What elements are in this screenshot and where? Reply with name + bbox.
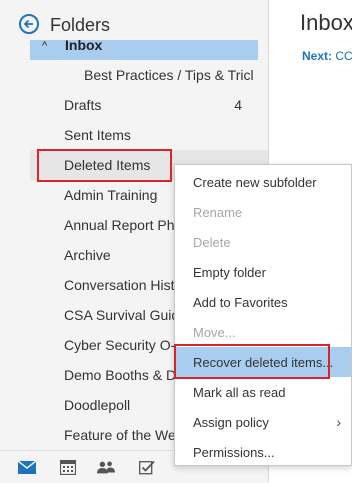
chevron-right-icon: › (336, 414, 341, 430)
next-event[interactable]: Next: CC (302, 49, 352, 63)
menu-item-label: Delete (193, 234, 231, 250)
folder-label: Archive (64, 247, 111, 263)
menu-item-label: Create new subfolder (193, 174, 317, 190)
menu-item-recover-deleted-items[interactable]: Recover deleted items... (175, 347, 351, 377)
menu-item-assign-policy[interactable]: Assign policy › (175, 407, 351, 437)
menu-item-label: Permissions... (193, 444, 275, 460)
menu-item-label: Recover deleted items... (193, 354, 334, 370)
unread-count: 4 (234, 97, 242, 113)
next-label: Next: (302, 49, 333, 63)
folder-label: Demo Booths & Do (64, 367, 184, 383)
menu-item-label: Rename (193, 204, 243, 220)
folder-label: Feature of the We (64, 427, 176, 443)
menu-item-move[interactable]: Move... (175, 317, 351, 347)
menu-item-rename[interactable]: Rename (175, 197, 351, 227)
folder-label: Inbox (65, 37, 103, 53)
folder-label: Annual Report Pho (64, 217, 183, 233)
menu-item-empty-folder[interactable]: Empty folder (175, 257, 351, 287)
folder-label: Admin Training (64, 187, 158, 203)
next-value: CC (335, 49, 352, 63)
calendar-icon[interactable] (59, 459, 77, 475)
mail-icon[interactable] (18, 459, 36, 475)
reading-pane-title: Inbox (300, 10, 352, 35)
folder-item[interactable]: Best Practices / Tips & Tricl (30, 60, 268, 90)
folder-item-sent[interactable]: Sent Items (30, 120, 268, 150)
menu-item-create-subfolder[interactable]: Create new subfolder (175, 167, 351, 197)
menu-item-delete[interactable]: Delete (175, 227, 351, 257)
folder-context-menu: Create new subfolder Rename Delete Empty… (174, 164, 352, 466)
menu-item-add-to-favorites[interactable]: Add to Favorites (175, 287, 351, 317)
menu-item-permissions[interactable]: Permissions... (175, 437, 351, 467)
folder-label: Drafts (64, 97, 102, 113)
folder-label: Sent Items (64, 127, 131, 143)
menu-item-label: Assign policy (193, 414, 269, 430)
menu-item-mark-all-read[interactable]: Mark all as read (175, 377, 351, 407)
menu-item-label: Move... (193, 324, 236, 340)
folder-label: Doodlepoll (64, 397, 131, 413)
folder-item-drafts[interactable]: Drafts 4 (30, 90, 268, 120)
folder-label: Cyber Security O-N (64, 337, 186, 353)
folder-label: Deleted Items (64, 157, 151, 173)
folder-label: Best Practices / Tips & Tricl (84, 67, 254, 83)
menu-item-label: Mark all as read (193, 384, 286, 400)
menu-item-label: Add to Favorites (193, 294, 288, 310)
people-icon[interactable] (97, 459, 115, 475)
folder-label: Conversation Histo (64, 277, 183, 293)
chevron-up-icon[interactable]: ^ (42, 40, 47, 52)
folder-label: CSA Survival Guide (64, 307, 187, 323)
menu-item-label: Empty folder (193, 264, 266, 280)
folder-item-inbox[interactable]: ^ Inbox (30, 37, 258, 60)
tasks-icon[interactable] (138, 459, 156, 475)
back-arrow-icon[interactable] (19, 14, 39, 34)
pane-title: Folders (50, 15, 111, 35)
